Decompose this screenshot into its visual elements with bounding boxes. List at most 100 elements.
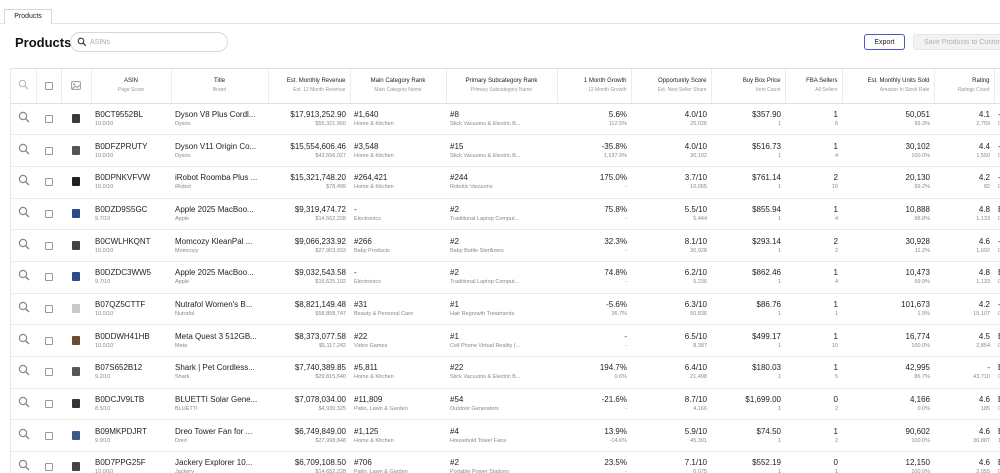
product-thumbnail[interactable] <box>72 303 80 313</box>
column-header-price[interactable]: Buy Box Price Item Count <box>711 69 786 104</box>
column-header-parent[interactable]: Parent ALaunch Da <box>994 69 1000 104</box>
column-header-g1[interactable]: 1 Month Growth 12 Month Growth <box>557 69 632 104</box>
row-details-cell[interactable] <box>11 388 36 421</box>
magnifier-icon[interactable] <box>18 206 30 218</box>
table-row[interactable]: B0DFZPRUTY 10.0/10 Dyson V11 Origin Co... D… <box>11 134 1000 167</box>
row-details-cell[interactable] <box>11 419 36 453</box>
row-checkbox[interactable] <box>44 114 53 123</box>
row-select-cell[interactable] <box>36 166 61 199</box>
row-details-cell[interactable] <box>11 356 36 389</box>
table-row[interactable]: B09MKPDJRT 9.9/10 Dreo Tower Fan for ... Dr… <box>11 419 1000 453</box>
product-thumbnail[interactable] <box>72 145 80 155</box>
table-row[interactable]: B07S652B12 9.2/10 Shark | Pet Cordless... S… <box>11 356 1000 389</box>
cell-title[interactable]: Dyson V8 Plus Cordl... Dyson <box>171 103 268 136</box>
product-thumbnail[interactable] <box>72 272 80 282</box>
export-button[interactable]: Export <box>864 34 905 50</box>
row-checkbox[interactable] <box>44 146 53 155</box>
row-select-cell[interactable] <box>36 419 61 453</box>
cell-title[interactable]: Momcozy KleanPal ... Momcozy <box>171 229 268 262</box>
row-details-cell[interactable] <box>11 198 36 231</box>
row-checkbox[interactable] <box>44 431 53 440</box>
table-row[interactable]: B0DDWH41HB 10.0/10 Meta Quest 3 512GB... Me… <box>11 324 1000 357</box>
row-checkbox[interactable] <box>44 209 53 218</box>
table-row[interactable]: B0DPNKVFVW 10.0/10 iRobot Roomba Plus ... i… <box>11 166 1000 199</box>
row-select-cell[interactable] <box>36 261 61 294</box>
column-header-opp[interactable]: Opportunity Score Est. New Seller Share <box>631 69 712 104</box>
product-thumbnail[interactable] <box>72 430 80 440</box>
cell-asin[interactable]: B0DPNKVFVW 10.0/10 <box>91 166 171 199</box>
cell-asin[interactable]: B0CT9552BL 10.0/10 <box>91 103 171 136</box>
search-input[interactable] <box>90 35 220 49</box>
table-row[interactable]: B0DCJV9LTB 8.5/10 BLUETTI Solar Gene... BLU… <box>11 388 1000 421</box>
column-header-asin[interactable]: ASIN Page Score <box>91 69 172 104</box>
row-select-cell[interactable] <box>36 103 61 136</box>
cell-asin[interactable]: B0DFZPRUTY 10.0/10 <box>91 134 171 167</box>
cell-asin[interactable]: B09MKPDJRT 9.9/10 <box>91 419 171 453</box>
row-checkbox[interactable] <box>44 304 53 313</box>
product-thumbnail[interactable] <box>72 399 80 409</box>
header-select-all[interactable] <box>36 69 62 104</box>
row-details-cell[interactable] <box>11 451 36 473</box>
cell-asin[interactable]: B0DZDC3WW5 9.7/10 <box>91 261 171 294</box>
product-thumbnail[interactable] <box>72 462 80 472</box>
save-products-button[interactable]: Save Products to Custom <box>913 34 1000 50</box>
magnifier-icon[interactable] <box>18 174 30 186</box>
row-checkbox[interactable] <box>44 463 53 472</box>
column-header-srank[interactable]: Primary Subcategory Rank Primary Subcateg… <box>446 69 558 104</box>
search-box[interactable] <box>70 32 228 52</box>
cell-asin[interactable]: B07QZ5CTTF 10.0/10 <box>91 293 171 326</box>
cell-asin[interactable]: B0DZD9S5GC 9.7/10 <box>91 198 171 231</box>
table-row[interactable]: B0CT9552BL 10.0/10 Dyson V8 Plus Cordl... D… <box>11 103 1000 136</box>
row-checkbox[interactable] <box>44 368 53 377</box>
cell-asin[interactable]: B0CWLHKQNT 10.0/10 <box>91 229 171 262</box>
product-thumbnail[interactable] <box>72 240 80 250</box>
cell-title[interactable]: BLUETTI Solar Gene... BLUETTI <box>171 388 268 421</box>
row-select-cell[interactable] <box>36 451 61 473</box>
cell-title[interactable]: Meta Quest 3 512GB... Meta <box>171 324 268 357</box>
row-select-cell[interactable] <box>36 229 61 262</box>
magnifier-icon[interactable] <box>18 459 30 471</box>
magnifier-icon[interactable] <box>18 364 30 376</box>
row-details-cell[interactable] <box>11 103 36 136</box>
row-details-cell[interactable] <box>11 293 36 326</box>
row-details-cell[interactable] <box>11 324 36 357</box>
column-header-rev[interactable]: Est. Monthly Revenue Est. 12 Month Revenu… <box>268 69 351 104</box>
cell-title[interactable]: Shark | Pet Cordless... Shark <box>171 356 268 389</box>
table-row[interactable]: B0DZD9S5GC 9.7/10 Apple 2025 MacBoo... Appl… <box>11 198 1000 231</box>
cell-asin[interactable]: B0DDWH41HB 10.0/10 <box>91 324 171 357</box>
magnifier-icon[interactable] <box>18 238 30 250</box>
row-checkbox[interactable] <box>44 273 53 282</box>
cell-title[interactable]: Dreo Tower Fan for ... Dreo <box>171 419 268 453</box>
row-details-cell[interactable] <box>11 134 36 167</box>
cell-asin[interactable]: B0D7PPG25F 10.0/10 <box>91 451 171 473</box>
cell-title[interactable]: Jackery Explorer 10... Jackery <box>171 451 268 473</box>
magnifier-icon[interactable] <box>18 269 30 281</box>
product-thumbnail[interactable] <box>72 208 80 218</box>
product-thumbnail[interactable] <box>72 367 80 377</box>
cell-title[interactable]: Dyson V11 Origin Co... Dyson <box>171 134 268 167</box>
row-select-cell[interactable] <box>36 293 61 326</box>
row-select-cell[interactable] <box>36 134 61 167</box>
magnifier-icon[interactable] <box>18 333 30 345</box>
magnifier-icon[interactable] <box>18 143 30 155</box>
cell-title[interactable]: Apple 2025 MacBoo... Apple <box>171 198 268 231</box>
magnifier-icon[interactable] <box>18 396 30 408</box>
magnifier-icon[interactable] <box>18 301 30 313</box>
table-row[interactable]: B07QZ5CTTF 10.0/10 Nutrafol Women's B... Nu… <box>11 293 1000 326</box>
row-checkbox[interactable] <box>44 400 53 409</box>
column-header-title[interactable]: Title Brand <box>171 69 269 104</box>
cell-title[interactable]: iRobot Roomba Plus ... iRobot <box>171 166 268 199</box>
select-all-checkbox[interactable] <box>44 81 53 90</box>
column-header-units[interactable]: Est. Monthly Units Sold Amazon In Stock R… <box>842 69 935 104</box>
column-header-rating[interactable]: Rating Ratings Count <box>934 69 995 104</box>
row-checkbox[interactable] <box>44 178 53 187</box>
row-checkbox[interactable] <box>44 336 53 345</box>
cell-title[interactable]: Apple 2025 MacBoo... Apple <box>171 261 268 294</box>
cell-title[interactable]: Nutrafol Women's B... Nutrafol <box>171 293 268 326</box>
tab-products[interactable]: Products <box>4 9 52 24</box>
row-select-cell[interactable] <box>36 388 61 421</box>
column-header-mrank[interactable]: Main Category Rank Main Category Name <box>350 69 447 104</box>
product-thumbnail[interactable] <box>72 335 80 345</box>
cell-asin[interactable]: B07S652B12 9.2/10 <box>91 356 171 389</box>
product-thumbnail[interactable] <box>72 113 80 123</box>
